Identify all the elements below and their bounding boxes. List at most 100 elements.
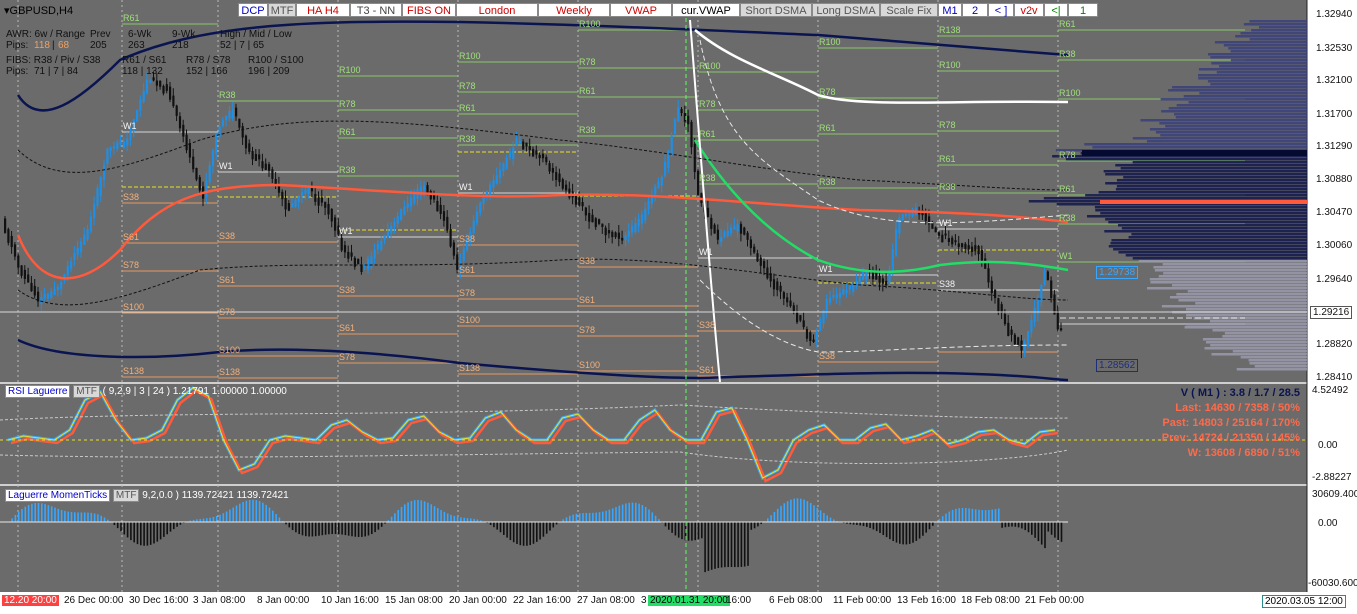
candle-body xyxy=(904,213,908,217)
mom-indicator-params: 9,2,0.0 ) xyxy=(142,490,179,501)
volume-profile-bar xyxy=(1065,158,1307,161)
toolbar-button-2[interactable]: 2 xyxy=(962,3,988,17)
stats-row4-c: 152 | 166 xyxy=(186,66,228,77)
rsi-mtf-button[interactable]: MTF xyxy=(73,385,100,398)
candle-body xyxy=(558,173,561,183)
momentum-bar xyxy=(1054,522,1056,538)
toolbar-button-vwap[interactable]: VWAP xyxy=(610,3,672,17)
volume-profile-bar xyxy=(1198,77,1307,80)
momentum-bar xyxy=(430,504,432,522)
toolbar-button-ha-h4[interactable]: HA H4 xyxy=(296,3,350,17)
momentum-bar xyxy=(994,509,997,522)
fib-level-label: R61 xyxy=(1059,184,1076,194)
candle-body xyxy=(809,332,812,342)
candle-body xyxy=(20,265,23,276)
momentum-bar xyxy=(588,512,591,522)
candle-body xyxy=(281,191,284,200)
toolbar-button-cur-vwap[interactable]: cur.VWAP xyxy=(672,3,740,17)
candle-body xyxy=(538,154,541,159)
volume-profile-bar xyxy=(1160,98,1307,101)
volume-profile-bar xyxy=(1208,53,1307,56)
candle-body xyxy=(33,285,36,296)
volume-profile-bar xyxy=(1175,116,1307,119)
fib-level-label: R100 xyxy=(579,19,601,29)
rsi-indicator-name[interactable]: RSI Laguerre xyxy=(5,385,71,398)
toolbar-button-weekly[interactable]: Weekly xyxy=(538,3,610,17)
candle-body xyxy=(895,228,898,256)
stats-row3-b: R61 / S61 xyxy=(122,55,167,66)
chart-canvas[interactable] xyxy=(0,0,1357,614)
candle-body xyxy=(984,258,987,269)
candle-body xyxy=(677,107,680,122)
candle-body xyxy=(970,246,974,252)
fib-level-label: S38 xyxy=(819,351,836,361)
toolbar-button-t3[interactable]: T3 - NN xyxy=(350,3,402,17)
toolbar-button-mtf[interactable]: MTF xyxy=(268,3,296,17)
momentum-bar xyxy=(872,522,875,530)
stats-row3-d: R100 / S100 xyxy=(248,55,304,66)
candle-body xyxy=(954,240,957,243)
candle-body xyxy=(763,261,766,269)
fib-level-label: S78 xyxy=(339,352,356,362)
momentum-bar xyxy=(750,522,753,530)
mom-indicator-name[interactable]: Laguerre MomenTicks xyxy=(5,489,111,502)
momentum-bar xyxy=(509,522,512,541)
candle-body xyxy=(192,156,195,170)
toolbar-button-1[interactable]: 1 xyxy=(1068,3,1098,17)
toolbar-button-m1[interactable]: M1 xyxy=(938,3,962,17)
volume-profile-bar xyxy=(1185,308,1307,311)
toolbar-button-scale-fix[interactable]: Scale Fix xyxy=(880,3,938,17)
momentum-bar xyxy=(278,517,281,522)
toolbar-button-london[interactable]: London xyxy=(456,3,538,17)
candle-body xyxy=(601,223,604,227)
time-tick: 20 Jan 00:00 xyxy=(449,595,507,606)
candle-body xyxy=(535,150,538,155)
fib-level-label: S38 xyxy=(939,279,956,289)
momentum-bar xyxy=(961,507,964,522)
candle-body xyxy=(1033,307,1036,323)
candle-body xyxy=(541,153,545,159)
candle-body xyxy=(449,229,452,247)
candle-body xyxy=(931,222,934,229)
time-tick: 8 Jan 00:00 xyxy=(257,595,310,606)
candle-body xyxy=(829,297,832,303)
momentum-bar xyxy=(549,522,551,531)
toolbar-button-v2v[interactable]: v2v xyxy=(1014,3,1044,17)
candle-body xyxy=(799,315,802,321)
candle-body xyxy=(980,249,983,261)
volume-profile-bar xyxy=(1158,275,1307,278)
toolbar-button-dcp[interactable]: DCP xyxy=(238,3,268,17)
toolbar-button-prev[interactable]: <| xyxy=(1044,3,1068,17)
momentum-bar xyxy=(767,518,769,522)
toolbar-button-short-dsma[interactable]: Short DSMA xyxy=(740,3,812,17)
toolbar-button-fibs[interactable]: FIBS ON xyxy=(402,3,456,17)
candle-body xyxy=(396,216,399,224)
candle-body xyxy=(716,229,719,240)
candle-body xyxy=(254,154,257,161)
momentum-bar xyxy=(334,522,337,535)
momentum-bar xyxy=(908,522,911,544)
candle-body xyxy=(244,135,248,149)
candle-body xyxy=(875,271,878,280)
momentum-bar xyxy=(380,522,383,527)
momentum-bar xyxy=(463,517,465,522)
mom-mtf-button[interactable]: MTF xyxy=(112,489,140,502)
toolbar-button-long-dsma[interactable]: Long DSMA xyxy=(812,3,880,17)
momentum-bar xyxy=(301,522,304,536)
momentum-bar xyxy=(648,509,650,522)
price-tick: 1.32100 xyxy=(1316,75,1353,86)
volume-profile-bar xyxy=(1171,284,1307,287)
momentum-bar xyxy=(710,522,713,570)
toolbar-button-bracket[interactable]: < ] xyxy=(988,3,1014,17)
time-tick: 27 Jan 08:00 xyxy=(577,595,635,606)
candle-body xyxy=(977,246,980,255)
momentum-bar xyxy=(819,510,822,522)
momentum-bar xyxy=(235,505,238,522)
momentum-bar xyxy=(377,522,380,530)
momentum-bar xyxy=(879,522,881,533)
candle-body xyxy=(79,241,83,252)
volume-profile-bar xyxy=(1168,107,1307,110)
momentum-bar xyxy=(866,522,868,527)
candle-body xyxy=(957,243,960,247)
momentum-bar xyxy=(512,522,515,543)
